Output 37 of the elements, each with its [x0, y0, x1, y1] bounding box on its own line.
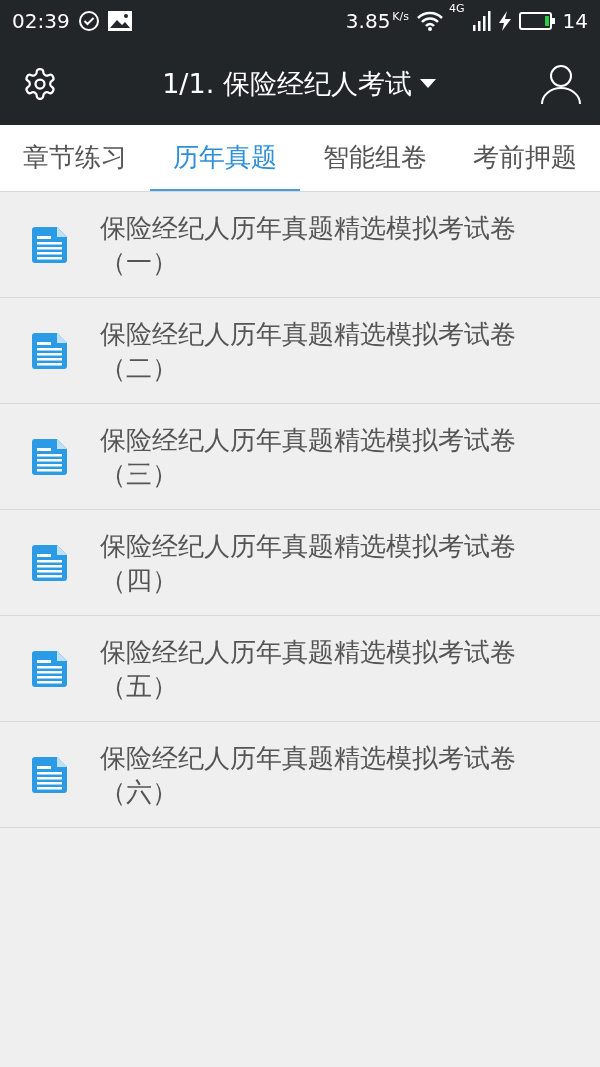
- paper-title: 保险经纪人历年真题精选模拟考试卷（二）: [100, 317, 517, 385]
- wifi-icon: [417, 11, 443, 31]
- paper-title: 保险经纪人历年真题精选模拟考试卷（五）: [100, 635, 517, 703]
- settings-icon[interactable]: [22, 65, 58, 102]
- paper-row[interactable]: 保险经纪人历年真题精选模拟考试卷（六）: [0, 722, 600, 828]
- speed-unit: K/s: [392, 10, 409, 23]
- tab[interactable]: 历年真题: [150, 125, 300, 191]
- paper-row[interactable]: 保险经纪人历年真题精选模拟考试卷（四）: [0, 510, 600, 616]
- tab[interactable]: 考前押题: [450, 125, 600, 191]
- check-circle-icon: [77, 10, 100, 32]
- network-type: 4G: [449, 2, 465, 15]
- paper-title: 保险经纪人历年真题精选模拟考试卷（四）: [100, 529, 517, 597]
- paper-row[interactable]: 保险经纪人历年真题精选模拟考试卷（五）: [0, 616, 600, 722]
- document-icon: [32, 543, 68, 582]
- exam-title[interactable]: 1/1. 保险经纪人考试: [162, 65, 412, 102]
- tab[interactable]: 智能组卷: [300, 125, 450, 191]
- tab[interactable]: 章节练习: [0, 125, 150, 191]
- paper-title: 保险经纪人历年真题精选模拟考试卷（三）: [100, 423, 517, 491]
- paper-row[interactable]: 保险经纪人历年真题精选模拟考试卷（二）: [0, 298, 600, 404]
- battery-level: 14: [562, 9, 588, 33]
- bolt-icon: [498, 11, 511, 31]
- document-icon: [32, 649, 68, 688]
- document-icon: [32, 755, 68, 794]
- user-icon[interactable]: [540, 62, 582, 105]
- paper-title: 保险经纪人历年真题精选模拟考试卷（一）: [100, 211, 517, 279]
- paper-title: 保险经纪人历年真题精选模拟考试卷（六）: [100, 741, 517, 809]
- document-icon: [32, 437, 68, 476]
- document-icon: [32, 331, 68, 370]
- image-icon: [107, 11, 132, 31]
- network-speed: 3.85: [345, 9, 391, 33]
- battery-icon: [518, 12, 555, 30]
- status-time: 02:39: [12, 9, 70, 33]
- paper-row[interactable]: 保险经纪人历年真题精选模拟考试卷（三）: [0, 404, 600, 510]
- dropdown-caret-icon[interactable]: [419, 78, 436, 89]
- signal-icon: [472, 11, 491, 31]
- document-icon: [32, 225, 68, 264]
- paper-row[interactable]: 保险经纪人历年真题精选模拟考试卷（一）: [0, 192, 600, 298]
